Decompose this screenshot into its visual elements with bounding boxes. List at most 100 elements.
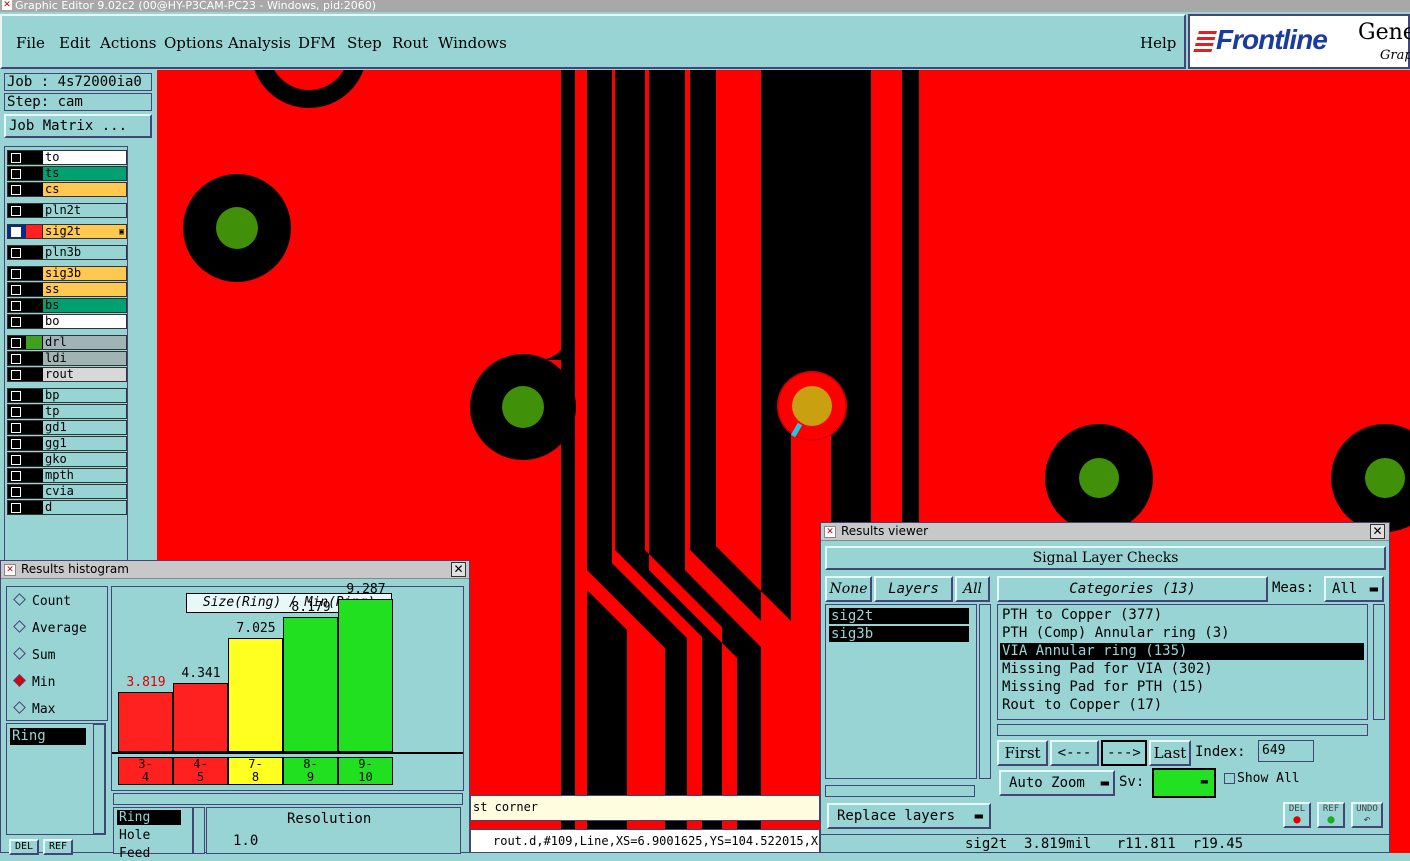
list-scrollbar[interactable] xyxy=(93,724,105,834)
layer-row-pln3b[interactable]: pln3b xyxy=(7,245,127,260)
category-item[interactable]: Missing Pad for PTH (15) xyxy=(1000,679,1364,696)
close-icon[interactable]: ✕ xyxy=(1370,524,1385,539)
attr-scrollbar[interactable] xyxy=(193,807,205,854)
category-item[interactable]: Rout to Copper (17) xyxy=(1000,697,1364,714)
prev-button[interactable]: <--- xyxy=(1050,740,1099,766)
attr-item-selected[interactable]: Ring xyxy=(117,810,181,825)
layer-visibility-checkbox[interactable] xyxy=(11,487,21,497)
mode-min-radio[interactable]: Min xyxy=(13,674,55,690)
layer-row-bs[interactable]: bs xyxy=(7,298,127,313)
layer-visibility-checkbox[interactable] xyxy=(11,354,21,364)
layer-visibility-checkbox[interactable] xyxy=(11,503,21,513)
menu-windows[interactable]: Windows xyxy=(438,34,507,52)
category-item[interactable]: PTH (Comp) Annular ring (3) xyxy=(1000,625,1364,642)
layer-row-cs[interactable]: cs xyxy=(7,182,127,197)
attribute-select-list[interactable]: Ring xyxy=(6,723,106,835)
layer-row-bo[interactable]: bo xyxy=(7,314,127,329)
layer-row-cvia[interactable]: cvia xyxy=(7,484,127,499)
histogram-bin[interactable]: 4- 5 xyxy=(173,757,228,785)
layer-row-to[interactable]: to xyxy=(7,150,127,165)
close-icon[interactable]: ✕ xyxy=(451,562,466,577)
first-button[interactable]: First xyxy=(997,740,1048,766)
layer-row-gg1[interactable]: gg1 xyxy=(7,436,127,451)
layer-row-pln2t[interactable]: pln2t xyxy=(7,203,127,218)
menu-edit[interactable]: Edit xyxy=(59,34,90,52)
layer-row-sig3b[interactable]: sig3b xyxy=(7,266,127,281)
layer-visibility-checkbox[interactable] xyxy=(11,370,21,380)
layer-visibility-checkbox[interactable] xyxy=(11,455,21,465)
attr-item[interactable]: Feed xyxy=(119,846,150,861)
menu-help[interactable]: Help xyxy=(1140,34,1176,52)
layer-visibility-checkbox[interactable] xyxy=(11,185,21,195)
severity-dropdown[interactable]: ▬ xyxy=(1152,768,1216,798)
mode-average-radio[interactable]: Average xyxy=(13,620,87,636)
layer-visibility-checkbox[interactable] xyxy=(11,206,21,216)
categories-hscrollbar[interactable] xyxy=(997,724,1368,736)
auto-zoom-dropdown[interactable]: Auto Zoom ▬ xyxy=(999,770,1115,796)
layer-list-scrollbar[interactable] xyxy=(979,604,991,779)
attr-item[interactable]: Hole xyxy=(119,828,150,843)
categories-scrollbar[interactable] xyxy=(1373,604,1385,720)
layers-button[interactable]: Layers xyxy=(874,576,953,602)
replace-layers-dropdown[interactable]: Replace layers ▬ xyxy=(827,803,991,829)
job-matrix-button[interactable]: Job Matrix ... xyxy=(4,114,152,138)
layer-row-gko[interactable]: gko xyxy=(7,452,127,467)
layer-visibility-checkbox[interactable] xyxy=(11,285,21,295)
del-button[interactable]: DEL ● xyxy=(1283,802,1311,828)
layer-visibility-checkbox[interactable] xyxy=(11,301,21,311)
categories-button[interactable]: Categories (13) xyxy=(997,576,1268,602)
layer-visibility-checkbox[interactable] xyxy=(11,471,21,481)
layer-visibility-checkbox[interactable] xyxy=(11,169,21,179)
show-all-checkbox[interactable] xyxy=(1224,773,1235,784)
menu-step[interactable]: Step xyxy=(347,34,382,52)
layer-visibility-checkbox[interactable] xyxy=(11,338,21,348)
layer-item-selected[interactable]: sig2t xyxy=(829,608,969,624)
menu-file[interactable]: File xyxy=(16,34,45,52)
layer-row-tp[interactable]: tp xyxy=(7,404,127,419)
layer-visibility-checkbox[interactable] xyxy=(11,423,21,433)
histogram-bin[interactable]: 3- 4 xyxy=(118,757,173,785)
layer-visibility-checkbox[interactable] xyxy=(11,439,21,449)
attribute-list[interactable]: Ring Hole Feed xyxy=(113,807,193,861)
none-button[interactable]: None xyxy=(825,576,872,602)
layer-row-drl[interactable]: drl xyxy=(7,335,127,350)
histogram-bar[interactable] xyxy=(228,638,283,752)
menu-options[interactable]: Options xyxy=(164,34,223,52)
layer-row-rout[interactable]: rout xyxy=(7,367,127,382)
menu-analysis[interactable]: Analysis xyxy=(228,34,291,52)
menu-rout[interactable]: Rout xyxy=(392,34,428,52)
layer-visibility-checkbox[interactable] xyxy=(11,317,21,327)
histogram-bar[interactable] xyxy=(338,599,393,752)
layer-visibility-checkbox[interactable] xyxy=(11,248,21,258)
results-layer-list[interactable]: sig2t sig3b xyxy=(825,604,977,779)
list-item-selected[interactable]: Ring xyxy=(10,728,86,745)
histogram-bar[interactable] xyxy=(283,617,338,752)
category-item[interactable]: Missing Pad for VIA (302) xyxy=(1000,661,1364,678)
layer-row-mpth[interactable]: mpth xyxy=(7,468,127,483)
mode-count-radio[interactable]: Count xyxy=(13,593,71,609)
undo-button[interactable]: UNDO ↶ xyxy=(1351,802,1383,828)
all-button[interactable]: All xyxy=(955,576,990,602)
layer-row-ss[interactable]: ss xyxy=(7,282,127,297)
signal-layer-checks-header[interactable]: Signal Layer Checks xyxy=(825,546,1386,570)
layer-list-hscrollbar[interactable] xyxy=(825,785,975,797)
layer-row-ldi[interactable]: ldi xyxy=(7,351,127,366)
layer-row-bp[interactable]: bp xyxy=(7,388,127,403)
meas-dropdown[interactable]: All ▬ xyxy=(1324,576,1384,602)
layer-visibility-checkbox[interactable] xyxy=(11,153,21,163)
index-input[interactable]: 649 xyxy=(1258,740,1314,762)
category-item[interactable]: PTH to Copper (377) xyxy=(1000,607,1364,624)
categories-list[interactable]: PTH to Copper (377) PTH (Comp) Annular ri… xyxy=(997,604,1368,720)
mode-sum-radio[interactable]: Sum xyxy=(13,647,55,663)
layer-visibility-checkbox[interactable] xyxy=(11,407,21,417)
layer-visibility-checkbox[interactable] xyxy=(11,269,21,279)
layer-visibility-checkbox[interactable] xyxy=(11,391,21,401)
layer-visibility-checkbox[interactable] xyxy=(11,227,21,237)
menu-dfm[interactable]: DFM xyxy=(298,34,336,52)
histogram-bar[interactable] xyxy=(118,692,173,752)
menu-actions[interactable]: Actions xyxy=(100,34,156,52)
layer-item-selected[interactable]: sig3b xyxy=(829,626,969,642)
histogram-hscrollbar[interactable] xyxy=(113,793,463,805)
histogram-bar[interactable] xyxy=(173,683,228,752)
last-button[interactable]: Last xyxy=(1149,740,1191,766)
